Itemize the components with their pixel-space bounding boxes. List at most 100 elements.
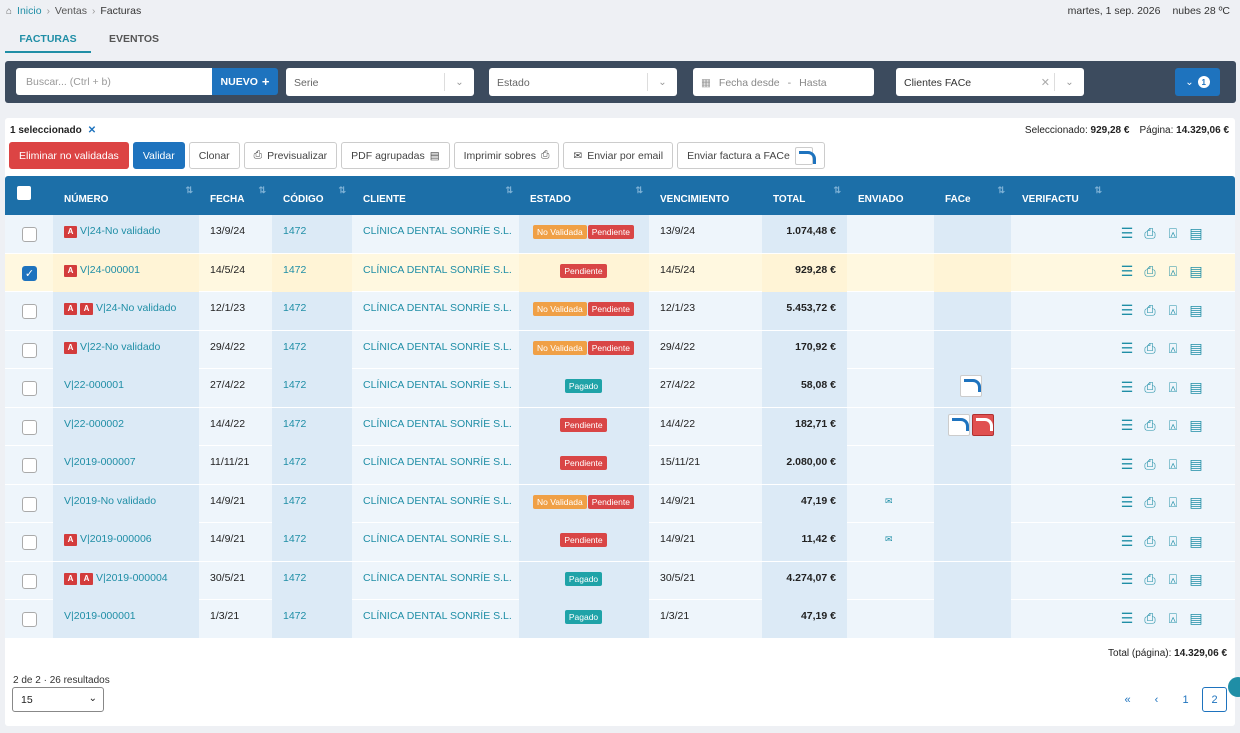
invoice-number-link[interactable]: V|2019-No validado [64,495,156,507]
table-row[interactable]: A V|24-No validado 13/9/24 1472 CLÍNICA DENT… [5,215,1235,254]
row-checkbox[interactable] [22,342,37,358]
sort-icon[interactable]: ⇅ [258,185,266,196]
cell-cliente[interactable]: CLÍNICA DENTAL SONRÍE S.L. [352,408,519,446]
list-icon[interactable]: ☰ [1120,379,1134,395]
invoice-number-link[interactable]: V|2019-000001 [64,610,136,622]
col-enviado[interactable]: ENVIADO [847,176,934,215]
col-fecha[interactable]: FECHA ⇅ [199,176,272,215]
row-checkbox[interactable] [22,458,37,473]
document-icon[interactable]: ▤ [1189,225,1203,241]
document-icon[interactable]: ▤ [1189,571,1203,587]
cell-cliente[interactable]: CLÍNICA DENTAL SONRÍE S.L. [352,292,519,330]
table-row[interactable]: A V|2019-000006 14/9/21 1472 CLÍNICA DENTAL … [5,523,1235,562]
table-row[interactable]: V|2019-000007 11/11/21 1472 CLÍNICA DENTAL … [5,446,1235,485]
sort-icon[interactable]: ⇅ [338,185,346,196]
tab-facturas[interactable]: FACTURAS [5,28,91,53]
invoice-number-link[interactable]: V|24-No validado [96,302,176,314]
search-input[interactable]: Buscar... (Ctrl + b) [16,68,212,95]
invoice-number-link[interactable]: V|22-No validado [80,341,160,353]
row-checkbox[interactable] [22,573,37,589]
page-2-button[interactable]: 2 [1202,687,1227,712]
col-face[interactable]: FACe ⇅ [934,176,1011,215]
clientes-select[interactable]: Clientes FACe ✕ ⌄ [896,68,1084,96]
document-icon[interactable]: ▤ [1189,456,1203,472]
row-checkbox[interactable] [22,496,37,512]
cell-codigo[interactable]: 1472 [272,407,352,446]
sort-icon[interactable]: ⇅ [635,185,643,196]
document-icon[interactable]: ▤ [1189,302,1203,318]
document-icon[interactable]: ▤ [1189,494,1203,510]
document-icon[interactable]: ▤ [1189,417,1203,433]
cell-cliente[interactable]: CLÍNICA DENTAL SONRÍE S.L. [352,331,519,369]
pdf-icon[interactable]: ⍓ [1166,302,1180,318]
sort-icon[interactable]: ⇅ [997,185,1005,196]
list-icon[interactable]: ☰ [1120,225,1134,241]
send-face-button[interactable]: Enviar factura a FACe [677,142,825,169]
sort-icon[interactable]: ⇅ [1094,185,1102,196]
tab-eventos[interactable]: EVENTOS [91,28,177,53]
print-icon[interactable]: ⎙ [1143,494,1157,510]
filters-toggle-button[interactable]: ⌄ 1 [1175,68,1220,96]
print-icon[interactable]: ⎙ [1143,302,1157,318]
col-total[interactable]: TOTAL ⇅ [762,176,847,215]
chevron-down-icon[interactable]: ⌄ [1054,73,1084,91]
face-logo-icon[interactable] [960,375,982,397]
page-size-select[interactable]: 15 ⌄ [12,687,104,712]
clear-icon[interactable]: ✕ [1041,76,1050,89]
cell-codigo[interactable]: 1472 [272,292,352,330]
invoice-number-link[interactable]: V|24-No validado [80,225,160,237]
print-icon[interactable]: ⎙ [1143,379,1157,395]
table-row[interactable]: V|22-000002 14/4/22 1472 CLÍNICA DENTAL SON… [5,407,1235,446]
estado-select[interactable]: Estado ⌄ [489,68,677,96]
invoice-number-link[interactable]: V|24-000001 [80,264,140,276]
table-row[interactable]: A A V|24-No validado 12/1/23 1472 CLÍNICA DEN… [5,292,1235,331]
table-row[interactable]: V|2019-No validado 14/9/21 1472 CLÍNICA DEN… [5,484,1235,523]
sort-icon[interactable]: ⇅ [505,185,513,196]
list-icon[interactable]: ☰ [1120,340,1134,356]
pdf-icon[interactable]: ⍓ [1166,494,1180,510]
row-checkbox[interactable] [22,227,37,242]
face-error-icon[interactable] [972,413,994,436]
col-numero[interactable]: NÚMERO ⇅ [53,176,199,215]
cell-codigo[interactable]: 1472 [272,253,352,292]
print-icon[interactable]: ⎙ [1143,456,1157,472]
clear-selection-icon[interactable]: ✕ [88,125,96,136]
col-cliente[interactable]: CLIENTE ⇅ [352,176,519,215]
breadcrumb-inicio[interactable]: Inicio [17,5,42,17]
document-icon[interactable]: ▤ [1189,610,1203,626]
pdf-icon[interactable]: ⍓ [1166,225,1180,241]
list-icon[interactable]: ☰ [1120,456,1134,472]
cell-cliente[interactable]: CLÍNICA DENTAL SONRÍE S.L. [352,446,519,484]
home-icon[interactable]: ⌂ [6,6,12,17]
new-button[interactable]: NUEVO + [212,68,278,95]
list-icon[interactable]: ☰ [1120,533,1134,549]
pdf-icon[interactable]: ⍓ [1166,263,1180,279]
table-row[interactable]: A V|22-No validado 29/4/22 1472 CLÍNICA DENT… [5,330,1235,369]
invoice-number-link[interactable]: V|2019-000004 [96,572,168,584]
first-page-button[interactable]: « [1115,687,1140,712]
col-estado[interactable]: ESTADO ⇅ [519,176,649,215]
invoice-number-link[interactable]: V|22-000002 [64,418,124,430]
cell-cliente[interactable]: CLÍNICA DENTAL SONRÍE S.L. [352,600,519,638]
serie-select[interactable]: Serie ⌄ [286,68,474,96]
col-verifactu[interactable]: VERIFACTU ⇅ [1011,176,1108,215]
col-codigo[interactable]: CÓDIGO ⇅ [272,176,352,215]
row-checkbox[interactable] [22,304,37,319]
table-row[interactable]: ✓ A V|24-000001 14/5/24 1472 CLÍNICA DENTAL S… [5,253,1235,292]
print-icon[interactable]: ⎙ [1143,533,1157,549]
print-icon[interactable]: ⎙ [1143,340,1157,356]
cell-cliente[interactable]: CLÍNICA DENTAL SONRÍE S.L. [352,485,519,523]
cell-cliente[interactable]: CLÍNICA DENTAL SONRÍE S.L. [352,254,519,292]
cell-codigo[interactable]: 1472 [272,446,352,484]
row-checkbox[interactable] [22,381,37,396]
row-checkbox[interactable] [22,612,37,627]
send-email-button[interactable]: ✉ Enviar por email [563,142,674,169]
pdf-icon[interactable]: ⍓ [1166,571,1180,587]
select-all-checkbox[interactable] [17,186,31,200]
cell-codigo[interactable]: 1472 [272,523,352,561]
sort-icon[interactable]: ⇅ [185,185,193,196]
cell-codigo[interactable]: 1472 [272,215,352,253]
row-checkbox[interactable]: ✓ [22,265,37,281]
cell-codigo[interactable]: 1472 [272,330,352,369]
document-icon[interactable]: ▤ [1189,379,1203,395]
